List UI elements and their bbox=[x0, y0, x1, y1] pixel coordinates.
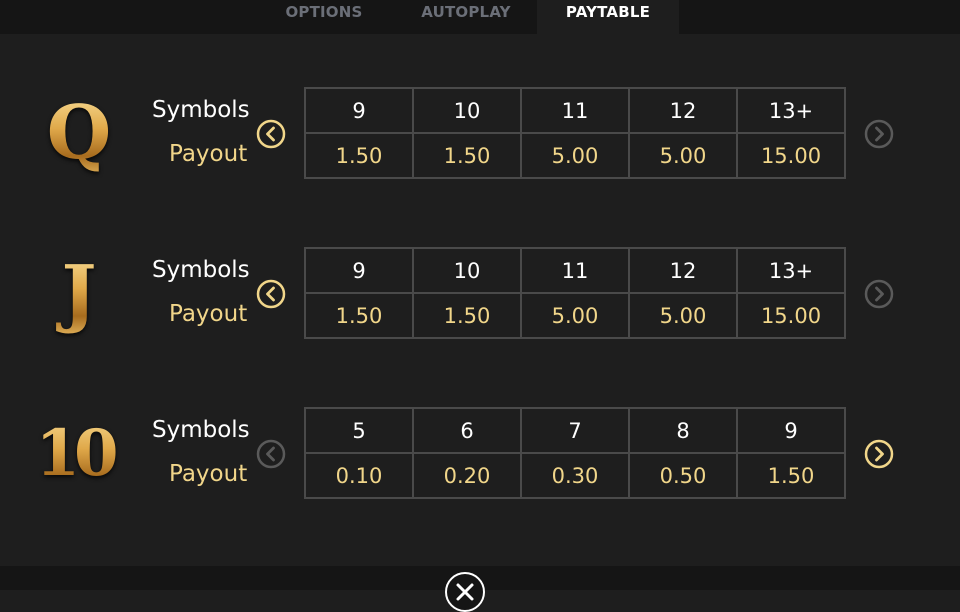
chevron-left-icon[interactable] bbox=[256, 439, 286, 469]
paytable-row-q: Q Symbols Payout 9 10 11 12 13+ 1.50 1.5… bbox=[0, 87, 960, 179]
payout-cell: 1.50 bbox=[304, 132, 414, 179]
payout-cell: 1.50 bbox=[412, 132, 522, 179]
table-row: 9 10 11 12 13+ bbox=[304, 247, 846, 294]
symbol-count-cell: 10 bbox=[412, 87, 522, 134]
payout-cell: 1.50 bbox=[736, 452, 846, 499]
symbol-count-cell: 12 bbox=[628, 87, 738, 134]
symbol-count-cell: 6 bbox=[412, 407, 522, 454]
payout-cell: 15.00 bbox=[736, 292, 846, 339]
payout-label: Payout bbox=[169, 141, 248, 167]
chevron-right-icon[interactable] bbox=[864, 439, 894, 469]
symbol-count-cell: 9 bbox=[304, 87, 414, 134]
payout-cell: 0.50 bbox=[628, 452, 738, 499]
symbol-count-cell: 13+ bbox=[736, 87, 846, 134]
symbol-count-cell: 12 bbox=[628, 247, 738, 294]
symbol-10-icon: 10 bbox=[22, 407, 126, 499]
payout-table: 9 10 11 12 13+ 1.50 1.50 5.00 5.00 15.00 bbox=[304, 247, 846, 339]
tab-paytable[interactable]: PAYTABLE bbox=[537, 0, 679, 34]
symbol-count-cell: 8 bbox=[628, 407, 738, 454]
symbols-label: Symbols bbox=[152, 97, 250, 123]
tab-bar: OPTIONS AUTOPLAY PAYTABLE bbox=[0, 0, 960, 34]
chevron-right-icon[interactable] bbox=[864, 279, 894, 309]
table-row: 1.50 1.50 5.00 5.00 15.00 bbox=[304, 292, 846, 339]
table-row: 0.10 0.20 0.30 0.50 1.50 bbox=[304, 452, 846, 499]
symbol-count-cell: 11 bbox=[520, 87, 630, 134]
payout-cell: 15.00 bbox=[736, 132, 846, 179]
table-row: 1.50 1.50 5.00 5.00 15.00 bbox=[304, 132, 846, 179]
symbols-label: Symbols bbox=[152, 257, 250, 283]
symbol-count-cell: 9 bbox=[304, 247, 414, 294]
symbol-count-cell: 9 bbox=[736, 407, 846, 454]
payout-table: 5 6 7 8 9 0.10 0.20 0.30 0.50 1.50 bbox=[304, 407, 846, 499]
payout-cell: 0.30 bbox=[520, 452, 630, 499]
chevron-right-icon[interactable] bbox=[864, 119, 894, 149]
payout-table: 9 10 11 12 13+ 1.50 1.50 5.00 5.00 15.00 bbox=[304, 87, 846, 179]
tab-options[interactable]: OPTIONS bbox=[276, 0, 372, 34]
table-row: 5 6 7 8 9 bbox=[304, 407, 846, 454]
close-icon[interactable] bbox=[445, 572, 485, 612]
symbols-label: Symbols bbox=[152, 417, 250, 443]
symbol-q-icon: Q bbox=[30, 87, 128, 179]
symbol-count-cell: 5 bbox=[304, 407, 414, 454]
payout-cell: 5.00 bbox=[520, 132, 630, 179]
payout-cell: 5.00 bbox=[628, 132, 738, 179]
payout-cell: 5.00 bbox=[628, 292, 738, 339]
chevron-left-icon[interactable] bbox=[256, 279, 286, 309]
symbol-count-cell: 7 bbox=[520, 407, 630, 454]
payout-cell: 5.00 bbox=[520, 292, 630, 339]
chevron-left-icon[interactable] bbox=[256, 119, 286, 149]
symbol-count-cell: 13+ bbox=[736, 247, 846, 294]
payout-label: Payout bbox=[169, 301, 248, 327]
paytable-row-10: 10 Symbols Payout 5 6 7 8 9 0.10 0.20 0.… bbox=[0, 407, 960, 499]
payout-cell: 0.10 bbox=[304, 452, 414, 499]
symbol-j-icon: J bbox=[30, 247, 128, 339]
symbol-count-cell: 11 bbox=[520, 247, 630, 294]
table-row: 9 10 11 12 13+ bbox=[304, 87, 846, 134]
payout-cell: 1.50 bbox=[304, 292, 414, 339]
symbol-count-cell: 10 bbox=[412, 247, 522, 294]
payout-cell: 0.20 bbox=[412, 452, 522, 499]
paytable-row-j: J Symbols Payout 9 10 11 12 13+ 1.50 1.5… bbox=[0, 247, 960, 339]
tab-autoplay[interactable]: AUTOPLAY bbox=[414, 0, 518, 34]
payout-cell: 1.50 bbox=[412, 292, 522, 339]
payout-label: Payout bbox=[169, 461, 248, 487]
